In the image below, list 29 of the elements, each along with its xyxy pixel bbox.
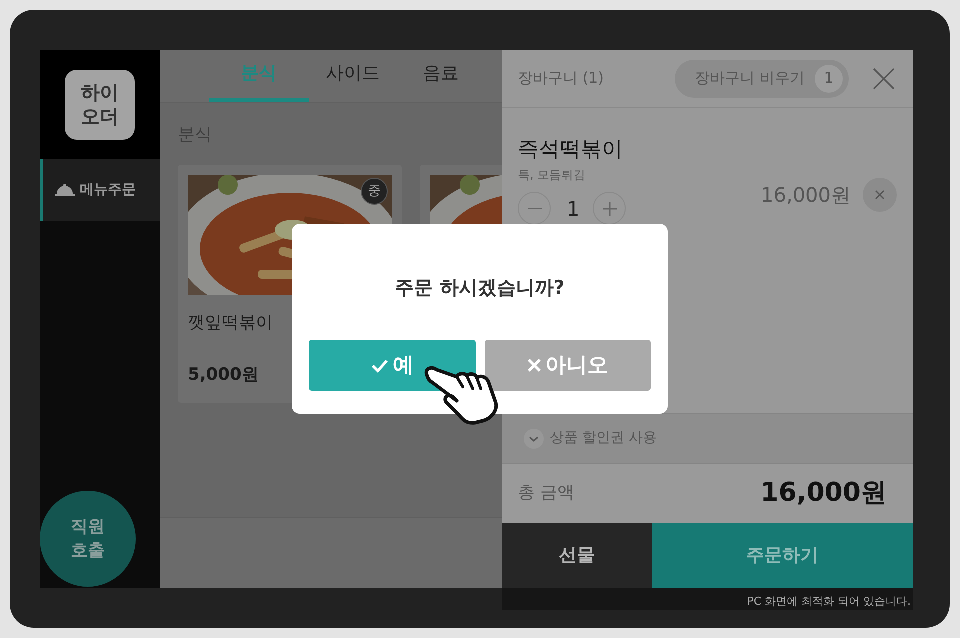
cart-title: 장바구니 (1) — [518, 68, 604, 90]
close-icon[interactable] — [873, 68, 895, 90]
order-button[interactable]: 주문하기 — [652, 523, 913, 588]
category-tab[interactable]: 음료 — [397, 50, 485, 102]
menu-price: 5,000원 — [188, 364, 259, 387]
check-circle-icon[interactable] — [524, 428, 544, 448]
cart-item-name: 즉석떡볶이 — [518, 136, 624, 163]
cart-item-price: 16,000원 — [761, 182, 851, 209]
check-icon — [370, 358, 389, 372]
minus-icon — [528, 208, 542, 210]
cart-item-options: 특, 모듬튀김 — [518, 166, 658, 192]
cloche-icon — [55, 184, 75, 196]
menu-order-item[interactable]: 메뉴주문 — [40, 159, 160, 221]
plus-icon — [602, 202, 616, 216]
category-tab[interactable]: 사이드 — [309, 50, 397, 102]
gift-button[interactable]: 선물 — [502, 523, 652, 588]
total-label: 총 금액 — [518, 482, 574, 505]
discount-option[interactable]: 상품 할인권 사용 — [550, 428, 657, 449]
menu-name: 깻잎떡볶이 — [188, 312, 274, 335]
close-icon — [875, 190, 885, 200]
staff-call-button[interactable]: 직원 호출 — [40, 491, 136, 587]
x-icon — [527, 358, 542, 373]
total-price: 16,000원 — [760, 477, 887, 510]
count-badge: 1 — [815, 64, 843, 92]
quantity-text: 1 — [567, 196, 577, 222]
logo-text: 하이 오더 — [81, 80, 119, 128]
no-button[interactable]: 아니오 — [484, 340, 651, 391]
remove-button[interactable] — [863, 178, 897, 212]
notice-text: PC 화면에 최적화 되어 있습니다. — [747, 594, 911, 610]
